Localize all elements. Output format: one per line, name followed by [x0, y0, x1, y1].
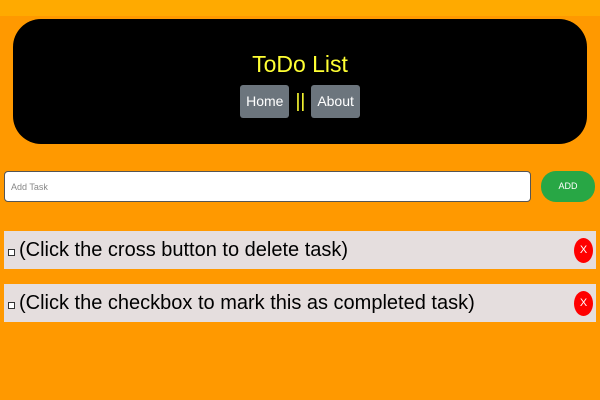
task-checkbox[interactable] [8, 302, 15, 309]
nav-home-button[interactable]: Home [240, 85, 290, 118]
delete-task-button[interactable]: X [574, 238, 593, 263]
nav-bar: Home || About [0, 85, 600, 118]
add-task-input[interactable] [4, 171, 531, 202]
header-banner [13, 19, 587, 144]
task-item: (Click the cross button to delete task) … [4, 231, 596, 269]
delete-task-button[interactable]: X [574, 291, 593, 316]
top-strip [0, 0, 600, 16]
task-text: (Click the checkbox to mark this as comp… [19, 292, 475, 314]
nav-about-button[interactable]: About [311, 85, 360, 118]
task-checkbox[interactable] [8, 249, 15, 256]
page-title: ToDo List [252, 51, 348, 77]
task-item: (Click the checkbox to mark this as comp… [4, 284, 596, 322]
task-text: (Click the cross button to delete task) [19, 239, 349, 261]
add-task-button[interactable]: ADD [541, 171, 595, 202]
nav-separator: || [295, 91, 306, 112]
